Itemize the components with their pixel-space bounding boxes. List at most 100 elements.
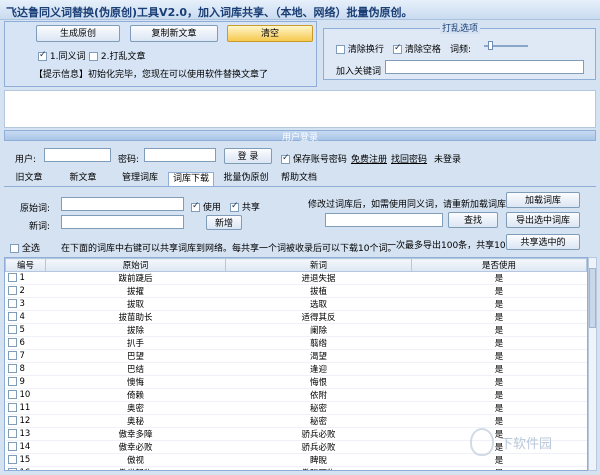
watermark-text: 下软件园 (500, 437, 553, 452)
article-area[interactable] (4, 90, 596, 128)
row-number: 11 (5, 401, 46, 415)
table-row[interactable]: 11 奥密 秘密是 (5, 401, 587, 415)
share-selected-button[interactable]: 共享选中的 (506, 234, 580, 250)
slider-thumb[interactable] (488, 41, 493, 50)
shuffle-label: 2.打乱文章 (100, 52, 146, 62)
export-selected-button[interactable]: 导出选中词库 (506, 212, 580, 228)
login-button[interactable]: 登 录 (224, 148, 272, 164)
remove-space-checkbox[interactable] (393, 43, 402, 54)
table-row[interactable]: 7 巴望 渴望是 (5, 349, 587, 363)
save-password-checkbox[interactable] (281, 153, 290, 164)
scrollbar-thumb[interactable] (589, 268, 596, 328)
remove-newline-option[interactable]: 清除换行 (336, 42, 384, 55)
row-number: 8 (5, 362, 46, 376)
new-word: 骄兵必败 (225, 440, 412, 454)
tab-dict-download[interactable]: 词库下载 (168, 172, 214, 186)
table-row[interactable]: 6 扒手 翦绺是 (5, 336, 587, 350)
table-row[interactable]: 8 巴结 逢迎是 (5, 362, 587, 376)
row-number: 7 (5, 349, 46, 363)
orig-word-input[interactable] (61, 197, 184, 211)
share-checkbox[interactable] (230, 201, 239, 212)
table-row[interactable]: 3 拔取 选取是 (5, 297, 587, 311)
row-checkbox[interactable] (7, 390, 17, 399)
table-row[interactable]: 1 跋前踕后 进退失据是 (5, 271, 587, 285)
row-checkbox[interactable] (7, 312, 17, 321)
forgot-password-link[interactable]: 找回密码 (391, 152, 427, 165)
row-checkbox[interactable] (7, 364, 17, 373)
search-input[interactable] (325, 213, 443, 227)
in-use: 是 (411, 362, 587, 376)
row-checkbox[interactable] (7, 273, 17, 282)
share-hint: 在下面的词库中右键可以共享词库到网络。每共享一个词被收录后可以下载10个词。 (61, 244, 397, 254)
row-checkbox[interactable] (7, 299, 17, 308)
row-checkbox[interactable] (7, 416, 17, 425)
in-use: 是 (411, 297, 587, 311)
row-checkbox[interactable] (7, 338, 17, 347)
table-row[interactable]: 4 拔苗助长 适得其反是 (5, 310, 587, 324)
new-word: 睥睨 (225, 453, 412, 467)
column-header[interactable]: 编号 (5, 258, 46, 272)
row-number: 14 (5, 440, 46, 454)
original-word: 懊悔 (45, 375, 226, 389)
clear-button[interactable]: 清空 (227, 25, 313, 42)
share-option[interactable]: 共享 (230, 200, 260, 213)
table-row[interactable]: 15 傲视 睥睨是 (5, 453, 587, 467)
column-header[interactable]: 是否使用 (411, 258, 587, 272)
row-checkbox[interactable] (7, 286, 17, 295)
password-input[interactable] (144, 148, 216, 162)
load-dict-button[interactable]: 加载词库 (506, 192, 580, 208)
generate-button[interactable]: 生成原创 (36, 25, 120, 42)
table-row[interactable]: 12 奥秘 秘密是 (5, 414, 587, 428)
row-checkbox[interactable] (7, 468, 17, 470)
column-header[interactable]: 新词 (225, 258, 412, 272)
new-word: 适得其反 (225, 310, 412, 324)
select-all-label: 全选 (21, 244, 40, 254)
find-button[interactable]: 查找 (448, 212, 498, 228)
remove-newline-checkbox[interactable] (336, 45, 345, 54)
column-header[interactable]: 原始词 (45, 258, 226, 272)
free-register-link[interactable]: 免费注册 (351, 152, 387, 165)
new-word: 渴望 (225, 349, 412, 363)
vertical-scrollbar[interactable] (588, 257, 597, 471)
word-freq-slider[interactable] (484, 40, 530, 52)
row-number-text: 11 (19, 403, 31, 413)
tab-new-article[interactable]: 新文章 (66, 172, 100, 186)
row-checkbox[interactable] (7, 377, 17, 386)
row-checkbox[interactable] (7, 403, 17, 412)
user-input[interactable] (44, 148, 111, 162)
shuffle-checkbox[interactable] (89, 52, 98, 61)
keyword-input[interactable] (385, 60, 584, 74)
tab-manage-dict[interactable]: 管理词库 (118, 172, 162, 186)
remove-space-option[interactable]: 清除空格 (393, 42, 441, 55)
password-label: 密码: (118, 155, 140, 165)
add-word-button[interactable]: 新增 (206, 215, 242, 230)
select-all-option[interactable]: 全选 (10, 241, 40, 254)
row-checkbox[interactable] (7, 429, 17, 438)
tab-help[interactable]: 帮助文档 (278, 172, 320, 186)
row-number-text: 14 (19, 442, 31, 452)
window-title: 飞达鲁同义词替换(伪原创)工具V2.0，加入词库共享、（本地、网络）批量伪原创。 (0, 0, 600, 20)
table-row[interactable]: 16 傲世轻物傲睨万物是 (5, 466, 587, 470)
row-checkbox[interactable] (7, 351, 17, 360)
in-use: 是 (411, 466, 587, 470)
table-row[interactable]: 2 拔擢 拔植是 (5, 284, 587, 298)
synonym-option[interactable]: 1.同义词 (38, 49, 85, 62)
tab-bar: 旧文章 新文章 管理词库 词库下载 批量伪原创 帮助文档 (4, 172, 596, 186)
save-password-option[interactable]: 保存账号密码 (281, 152, 347, 165)
row-checkbox[interactable] (7, 325, 17, 334)
select-all-checkbox[interactable] (10, 244, 19, 253)
row-checkbox[interactable] (7, 442, 17, 451)
table-row[interactable]: 5 拔除 阑除是 (5, 323, 587, 337)
row-checkbox[interactable] (7, 455, 17, 464)
new-word: 傲睨万物 (225, 466, 412, 470)
use-checkbox[interactable] (191, 201, 200, 212)
tab-old-article[interactable]: 旧文章 (12, 172, 46, 186)
table-row[interactable]: 10 倚赖 依附是 (5, 388, 587, 402)
synonym-checkbox[interactable] (38, 50, 47, 61)
tab-batch-rewrite[interactable]: 批量伪原创 (220, 172, 272, 186)
use-option[interactable]: 使用 (191, 200, 221, 213)
copy-article-button[interactable]: 复制新文章 (130, 25, 218, 42)
table-row[interactable]: 9 懊悔 悔恨是 (5, 375, 587, 389)
shuffle-option[interactable]: 2.打乱文章 (89, 49, 145, 62)
new-word-input[interactable] (61, 215, 184, 229)
